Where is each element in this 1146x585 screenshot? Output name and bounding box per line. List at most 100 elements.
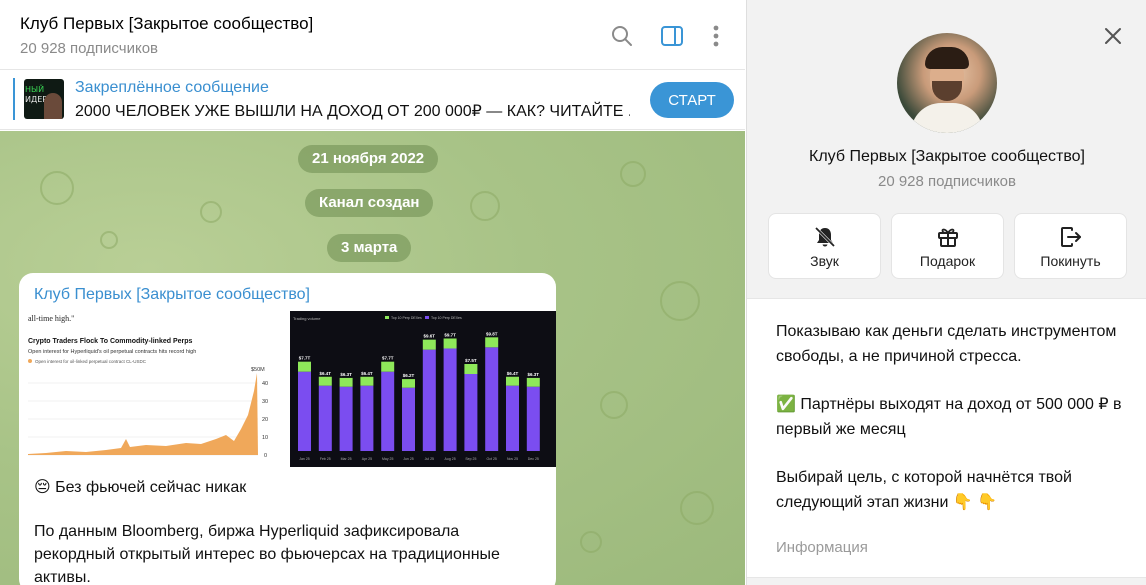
bell-off-icon [769,224,880,250]
chart-bar [506,385,519,451]
pinned-title: Закреплённое сообщение [75,79,269,96]
post-image-volume-chart[interactable]: Trading volume Top 10 Perp DEXes Top 10 … [290,311,556,467]
chart-bar-label: $6.4T [320,371,332,376]
info-label: Информация [776,539,868,556]
chart-bar-label: $6.4T [361,371,373,376]
chart-x-label: Jan 25 [299,457,310,461]
description-line: Показываю как деньги сделать инструменто… [776,323,1117,365]
image-subheading: Open interest for Hyperliquid's oil perp… [28,349,196,355]
chart-bar-label: $6.3T [528,372,540,377]
chart-bar-cap [339,377,353,387]
more-vertical-icon[interactable] [702,22,730,50]
chart-bar [360,385,374,451]
channel-info-panel: Клуб Первых [Закрытое сообщество] 20 928… [746,0,1146,585]
y-tick: 0 [264,453,267,459]
pinned-thumb-person [44,93,62,119]
chart-bar-cap [464,364,478,374]
close-icon[interactable] [1101,24,1125,48]
gift-label: Подарок [919,253,976,269]
chat-subscribers: 20 928 подписчиков [20,40,159,57]
post-image-oil-oi-chart[interactable]: all-time high." Crypto Traders Flock To … [26,311,289,467]
chart-legend-b: Top 10 Perp DEXes [431,316,462,320]
pinned-text: 2000 ЧЕЛОВЕК УЖЕ ВЫШЛИ НА ДОХОД ОТ 200 0… [75,103,630,120]
chart-bar [443,348,457,451]
chart-bar-cap [298,361,311,372]
chart-bar [381,371,395,451]
gift-button[interactable]: Подарок [891,213,1004,279]
chart-x-label: Aug 25 [445,457,456,461]
pinned-thumbnail: НЫЙ ИДЕР [24,79,64,119]
chart-bar-label: $7.7T [299,356,311,361]
chart-bar-cap [381,361,395,372]
chat-title[interactable]: Клуб Первых [Закрытое сообщество] [20,14,313,34]
y-tick: 20 [262,417,268,423]
y-tick: 30 [262,399,268,405]
channel-description-block: Показываю как деньги сделать инструменто… [747,298,1146,578]
chart-x-label: Dec 25 [528,457,539,461]
start-button[interactable]: СТАРТ [650,82,734,118]
post-body: По данным Bloomberg, биржа Hyperliquid з… [34,523,500,585]
description-line: Выбирай цель, с которой начнётся твой сл… [776,469,1072,511]
mute-button[interactable]: Звук [768,213,881,279]
sidebar-toggle-icon[interactable] [658,22,686,50]
chart-x-label: Oct 25 [487,457,497,461]
chat-background: 21 ноября 2022 Канал создан 3 марта Клуб… [0,131,745,585]
chart-bar-cap [402,379,415,388]
chart-x-label: May 25 [382,457,394,461]
image-top-text: all-time high." [28,314,74,323]
date-separator: 3 марта [327,234,412,262]
chart-bar-cap [485,337,499,348]
chart-bar [318,385,332,451]
chart-bar [298,371,311,451]
chart-bar-cap [422,339,436,350]
leave-button[interactable]: Покинуть [1014,213,1127,279]
chart-x-label: Jun 25 [403,457,414,461]
chart-bar-cap [360,376,374,386]
chart-x-label: Sep 25 [465,457,476,461]
chart-x-label: Nov 25 [507,457,518,461]
post-author[interactable]: Клуб Первых [Закрытое сообщество] [34,286,310,304]
channel-created-notice: Канал создан [305,189,434,217]
search-icon[interactable] [608,22,636,50]
mute-label: Звук [810,253,839,269]
chart-x-label: Jul 25 [425,457,434,461]
chart-header: Trading volume [293,316,321,321]
chart-bar [464,374,478,451]
chart-bar-label: $9.7T [444,332,456,337]
pinned-message[interactable]: НЫЙ ИДЕР Закреплённое сообщение 2000 ЧЕЛ… [0,70,745,130]
chart-bar-cap [443,338,457,349]
leave-icon [1015,224,1126,250]
chart-bar [339,386,353,451]
chart-legend-a: Top 10 Perp DEXes [391,316,422,320]
gift-icon [892,224,1003,250]
chart-bar-label: $6.4T [507,371,519,376]
chart-x-label: Apr 25 [362,457,372,461]
chat-header[interactable]: Клуб Первых [Закрытое сообщество] 20 928… [0,0,745,70]
pinned-indicator [13,78,15,120]
leave-label: Покинуть [1040,253,1101,269]
description-line: ✅ Партнёры выходят на доход от 500 000 ₽… [776,396,1122,438]
image-y-max: $50M [251,367,265,373]
chart-bar-label: $7.7T [382,356,394,361]
chart-bar-label: $9.8T [486,331,498,336]
chart-bar-label: $7.5T [465,358,477,363]
chart-bar-label: $9.6T [424,334,436,339]
chart-bar-label: $6.2T [403,373,415,378]
chat-column: Клуб Первых [Закрытое сообщество] 20 928… [0,0,745,585]
panel-header: Клуб Первых [Закрытое сообщество] 20 928… [747,0,1146,298]
channel-post[interactable]: Клуб Первых [Закрытое сообщество] all-ti… [19,273,556,585]
chart-bar-cap [318,376,332,386]
channel-avatar[interactable] [897,33,997,133]
chart-bar [485,347,499,451]
area-series [28,373,258,455]
chart-bar [526,386,540,451]
chart-x-label: Mar 25 [341,457,352,461]
image-heading: Crypto Traders Flock To Commodity-linked… [28,338,193,345]
chart-bar-cap [526,377,540,387]
chart-bar [422,349,436,451]
image-legend: Open interest for oil-linked perpetual c… [35,359,147,364]
pinned-thumb-text-1: НЫЙ [25,85,45,94]
date-separator: 21 ноября 2022 [298,145,439,173]
y-tick: 40 [262,381,268,387]
chart-x-label: Feb 25 [320,457,331,461]
